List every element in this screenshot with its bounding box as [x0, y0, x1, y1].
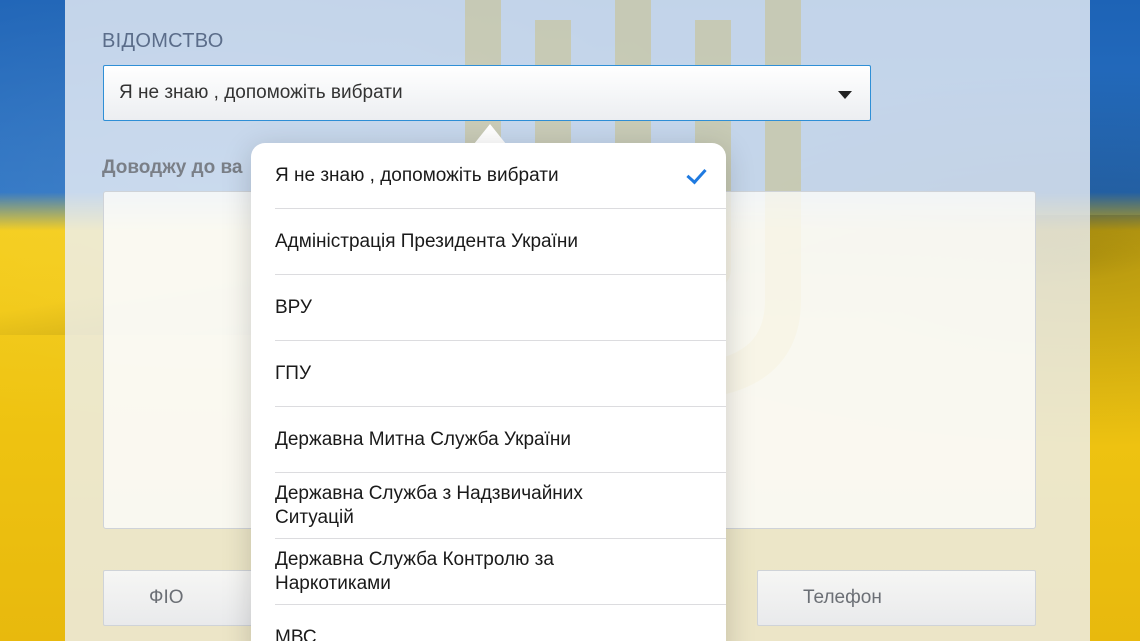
fio-placeholder: ФІО: [149, 587, 184, 608]
option-label: Державна Митна Служба України: [275, 428, 571, 450]
dropdown-option-mvs[interactable]: МВС: [275, 605, 726, 641]
agency-label: ВІДОМСТВО: [102, 30, 224, 52]
fio-input[interactable]: ФІО: [103, 570, 253, 626]
agency-select[interactable]: Я не знаю , допоможіть вибрати: [103, 65, 871, 121]
phone-input[interactable]: Телефон: [757, 570, 1036, 626]
phone-placeholder: Телефон: [803, 587, 882, 608]
chevron-down-icon: [838, 91, 852, 99]
option-label: Державна Служба Контролю за Наркотиками: [275, 548, 554, 594]
option-label: ВРУ: [275, 296, 312, 318]
checkmark-icon: [686, 163, 707, 185]
dropdown-option-gpu[interactable]: ГПУ: [275, 341, 726, 407]
dropdown-option-president-admin[interactable]: Адміністрація Президента України: [275, 209, 726, 275]
option-label: Я не знаю , допоможіть вибрати: [275, 164, 559, 186]
dropdown-option-drug-control[interactable]: Державна Служба Контролю за Наркотиками: [275, 539, 726, 605]
dropdown-option-customs[interactable]: Державна Митна Служба України: [275, 407, 726, 473]
agency-dropdown-popover: Я не знаю , допоможіть вибрати Адміністр…: [251, 143, 726, 641]
dropdown-option-vru[interactable]: ВРУ: [275, 275, 726, 341]
option-label: ГПУ: [275, 362, 312, 384]
message-label: Доводжу до ва: [102, 157, 243, 178]
option-label: Державна Служба з Надзвичайних Ситуацій: [275, 482, 583, 528]
agency-select-value: Я не знаю , допоможіть вибрати: [119, 82, 403, 103]
dropdown-option-unknown[interactable]: Я не знаю , допоможіть вибрати: [275, 143, 726, 209]
popover-arrow: [474, 124, 506, 144]
option-label: Адміністрація Президента України: [275, 230, 578, 252]
option-label: МВС: [275, 626, 317, 641]
dropdown-option-emergency[interactable]: Державна Служба з Надзвичайних Ситуацій: [275, 473, 726, 539]
